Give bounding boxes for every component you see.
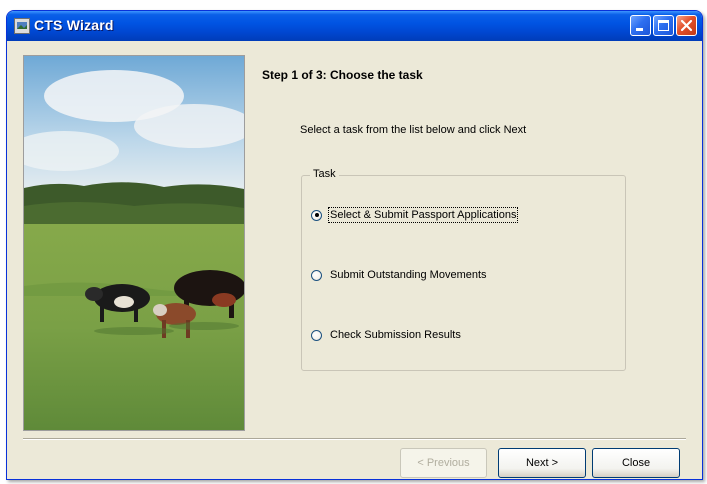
- radio-label[interactable]: Select & Submit Passport Applications: [327, 207, 519, 223]
- step-title: Step 1 of 3: Choose the task: [262, 68, 423, 82]
- maximize-icon: [658, 20, 669, 31]
- close-window-button[interactable]: [676, 15, 697, 36]
- minimize-icon: [636, 28, 643, 31]
- app-icon: [14, 18, 30, 34]
- instruction-text: Select a task from the list below and cl…: [300, 124, 527, 136]
- window-title: CTS Wizard: [34, 17, 114, 33]
- radio-check-submission-results[interactable]: Check Submission Results: [311, 327, 462, 343]
- radio-button-checked[interactable]: [311, 209, 322, 221]
- radio-select-submit-passport[interactable]: Select & Submit Passport Applications: [311, 207, 519, 223]
- cows-in-field-image: [23, 55, 245, 431]
- radio-button[interactable]: [311, 269, 322, 281]
- radio-submit-outstanding-movements[interactable]: Submit Outstanding Movements: [311, 267, 488, 283]
- footer-separator: [23, 438, 686, 440]
- previous-button[interactable]: < Previous: [400, 448, 487, 478]
- close-button[interactable]: Close: [592, 448, 680, 478]
- radio-label[interactable]: Check Submission Results: [329, 328, 462, 342]
- next-button[interactable]: Next >: [498, 448, 586, 478]
- minimize-button[interactable]: [630, 15, 651, 36]
- maximize-button[interactable]: [653, 15, 674, 36]
- close-icon: [680, 19, 693, 32]
- radio-label[interactable]: Submit Outstanding Movements: [329, 268, 488, 282]
- radio-button[interactable]: [311, 329, 322, 341]
- task-group-legend: Task: [310, 168, 339, 180]
- wizard-window: CTS Wizard Step 1 of 3: Choose the task …: [6, 10, 703, 480]
- title-bar[interactable]: CTS Wizard: [7, 11, 702, 41]
